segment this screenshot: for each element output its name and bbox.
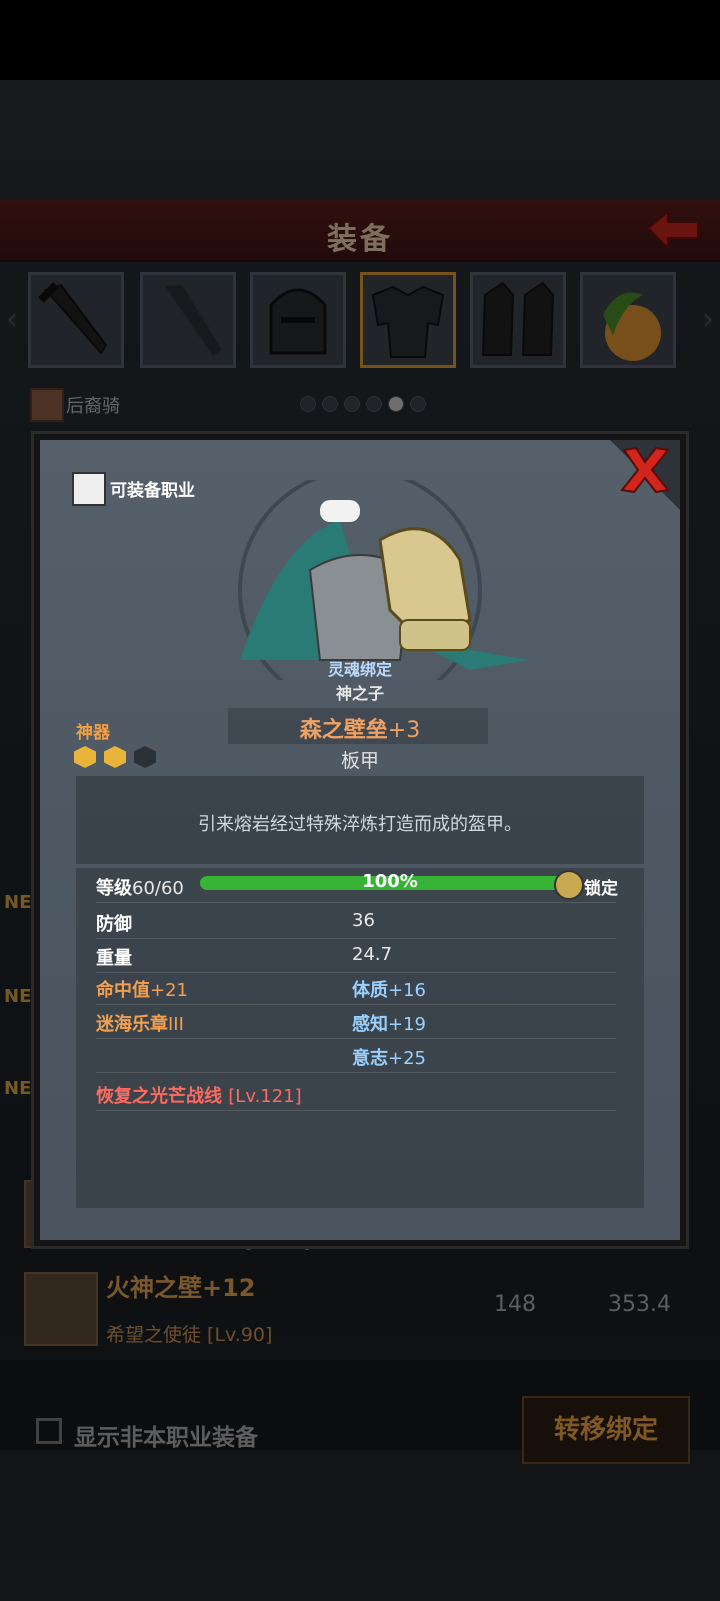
level-stat: 等级60/60 xyxy=(96,874,184,900)
item-type: 板甲 xyxy=(340,750,379,772)
status-bar xyxy=(0,0,720,80)
armor-icon xyxy=(238,480,530,680)
stat-value: 36 xyxy=(352,910,375,931)
bonus-stat: 迷海乐章III xyxy=(96,1010,184,1036)
bonus-value: +25 xyxy=(388,1048,426,1069)
bonus-value: III xyxy=(168,1014,184,1035)
weight-label: 重量 xyxy=(96,948,132,969)
item-title: 森之壁垒+3 xyxy=(40,712,680,744)
divider xyxy=(96,1110,616,1111)
divider xyxy=(96,1038,616,1039)
level-value: 60/60 xyxy=(132,878,184,899)
description-box: 引来熔岩经过特殊淬炼打造而成的盔甲。 xyxy=(76,776,644,864)
level-label: 等级 xyxy=(96,878,132,899)
bonus-stat: 命中值+21 xyxy=(96,976,188,1002)
item-name: 森之壁垒 xyxy=(299,718,388,743)
weight-value: 24.7 xyxy=(352,944,392,965)
stat-value: 24.7 xyxy=(352,944,393,965)
bonus-label: 命中值 xyxy=(96,980,150,1001)
bonus-value: +16 xyxy=(388,980,426,1001)
divider xyxy=(96,1072,616,1073)
bonus-label: 体质 xyxy=(352,980,388,1001)
divider xyxy=(96,1004,616,1005)
lock-label[interactable]: 锁定 xyxy=(584,874,618,899)
divider xyxy=(96,902,616,903)
bonus-stat: 意志+25 xyxy=(352,1044,426,1070)
item-description: 引来熔岩经过特殊淬炼打造而成的盔甲。 xyxy=(198,814,522,835)
set-bonus: 恢复之光芒战线 [Lv.121] xyxy=(96,1082,302,1108)
level-percent: 100% xyxy=(362,871,418,892)
defense-value: 36 xyxy=(352,910,375,931)
item-enhance: +3 xyxy=(387,718,421,743)
bonus-value: +19 xyxy=(388,1014,426,1035)
set-level: [Lv.121] xyxy=(228,1086,302,1107)
item-detail-modal: 可装备职业 灵魂绑定 神之子 神器 森之壁垒+3 板甲 引来熔岩经过特殊淬炼打造… xyxy=(34,434,686,1246)
bonus-label: 感知 xyxy=(352,1014,388,1035)
bonus-stat: 体质+16 xyxy=(352,976,426,1002)
equippable-class-label[interactable]: 可装备职业 xyxy=(110,476,195,501)
set-name: 恢复之光芒战线 xyxy=(96,1086,222,1107)
divider xyxy=(96,938,616,939)
divider xyxy=(96,972,616,973)
defense-label: 防御 xyxy=(96,914,132,935)
close-icon[interactable] xyxy=(616,444,674,496)
bonus-label: 迷海乐章 xyxy=(96,1014,168,1035)
bound-to-label: 神之子 xyxy=(335,684,384,703)
soulbound-label: 灵魂绑定 xyxy=(327,660,392,679)
bonus-value: +21 xyxy=(150,980,188,1001)
bonus-stat: 感知+19 xyxy=(352,1010,426,1036)
class-icon[interactable] xyxy=(72,472,106,506)
bonus-label: 意志 xyxy=(352,1048,388,1069)
lock-icon[interactable] xyxy=(554,870,584,900)
